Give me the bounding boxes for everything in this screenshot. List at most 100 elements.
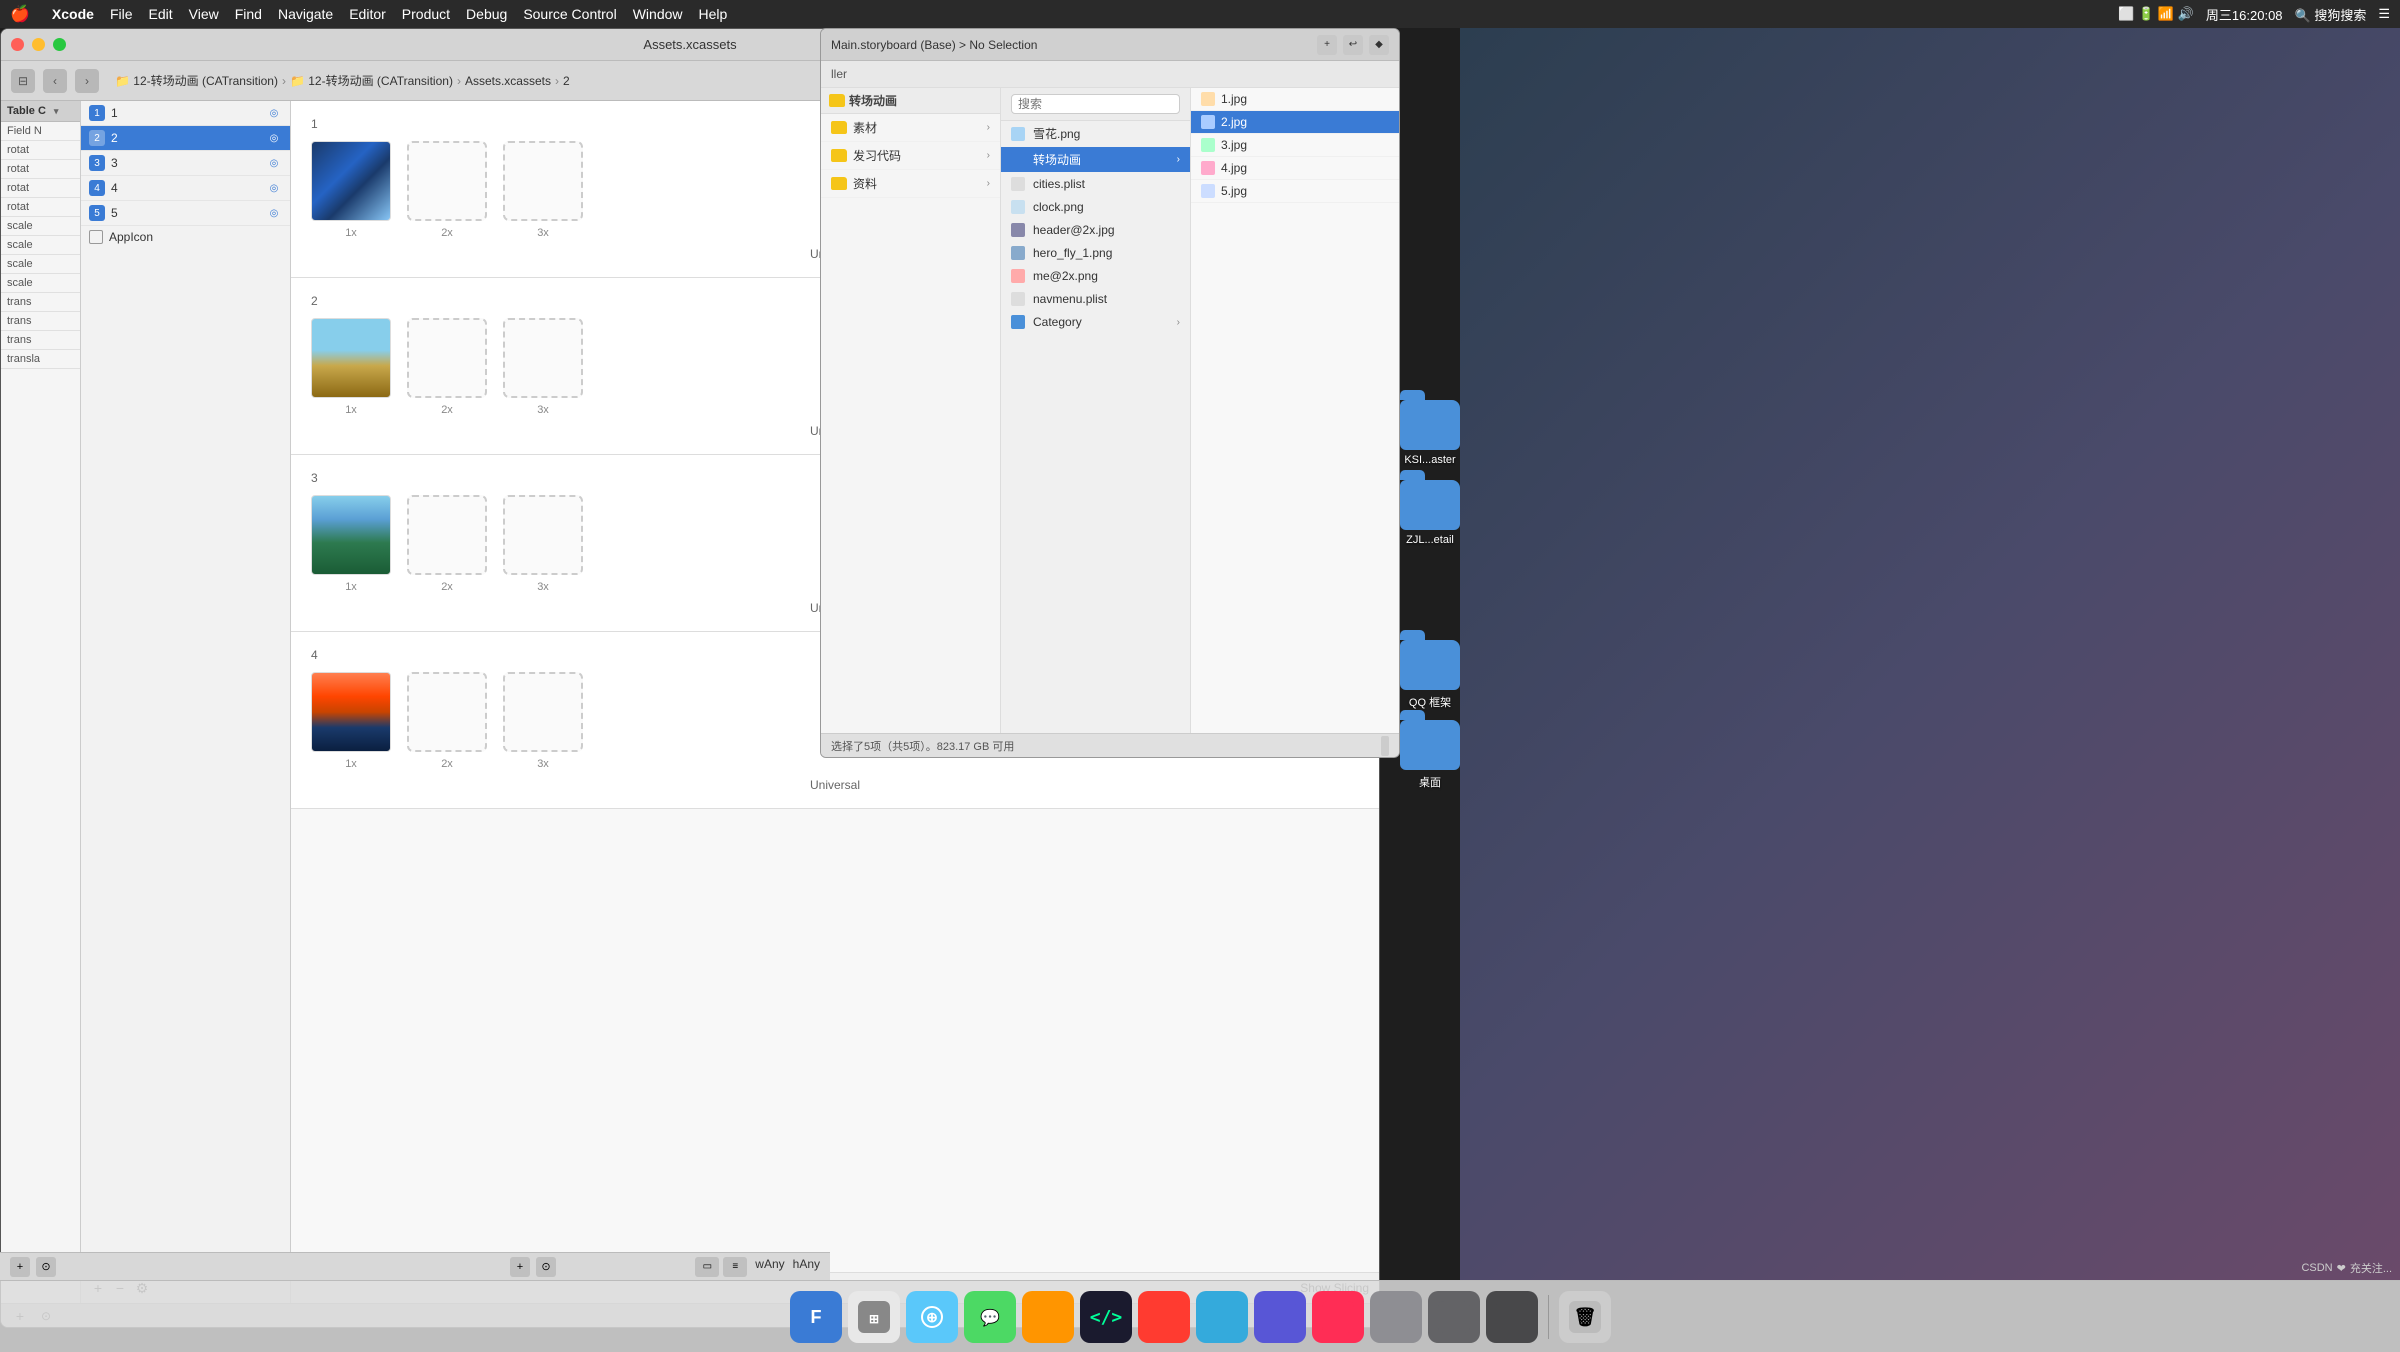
breadcrumb-item-2[interactable]: 📁 12-转场动画 (CATransition) (290, 72, 453, 89)
file-item-ziliao[interactable]: 资料 › (821, 170, 1000, 198)
dock-icon-11[interactable] (1370, 1291, 1422, 1343)
asset-item-3[interactable]: 3 3 ◎ (81, 151, 290, 176)
sidebar-code-scale-1[interactable]: scale (1, 217, 80, 236)
asset-item-2[interactable]: 2 2 ◎ (81, 126, 290, 151)
menu-help[interactable]: Help (699, 6, 728, 22)
lines-view-btn[interactable]: ≡ (723, 1257, 747, 1277)
dock-icon-12[interactable] (1428, 1291, 1480, 1343)
divider-handle[interactable] (1381, 736, 1389, 756)
sidebar-toggle-btn[interactable]: ⊟ (11, 69, 35, 93)
menu-debug[interactable]: Debug (466, 6, 507, 22)
menu-product[interactable]: Product (402, 6, 450, 22)
slot-2-2x[interactable]: 2x (407, 318, 487, 416)
forward-btn[interactable]: › (75, 69, 99, 93)
slot-3-3x[interactable]: 3x (503, 495, 583, 593)
desktop-folder-ksi[interactable]: KSI...aster (1390, 400, 1470, 466)
asset-item-4[interactable]: 4 4 ◎ (81, 176, 290, 201)
file-item-category[interactable]: Category › (1001, 311, 1190, 334)
slot-2-1x[interactable]: 1x (311, 318, 391, 416)
file-item-me2x[interactable]: me@2x.png (1001, 265, 1190, 288)
breadcrumb-item-4[interactable]: 2 (563, 74, 570, 88)
slot-1-3x[interactable]: 3x (503, 141, 583, 239)
dock-icon-8[interactable] (1196, 1291, 1248, 1343)
desktop-folder-qq[interactable]: QQ 框架 (1390, 640, 1470, 710)
dock-icon-7[interactable] (1138, 1291, 1190, 1343)
plus-icon[interactable]: + (10, 1257, 30, 1277)
desktop-folder-zjl[interactable]: ZJL...etail (1390, 480, 1470, 546)
sidebar-code-rotat-4[interactable]: rotat (1, 198, 80, 217)
slot-1-2x[interactable]: 2x (407, 141, 487, 239)
asset-action-3[interactable]: ◎ (266, 155, 282, 171)
dock-launchpad[interactable]: ⊞ (848, 1291, 900, 1343)
dock-icon-5[interactable] (1022, 1291, 1074, 1343)
maximize-button[interactable] (53, 38, 66, 51)
file-item-sucai[interactable]: 素材 › (821, 114, 1000, 142)
sidebar-code-scale-4[interactable]: scale (1, 274, 80, 293)
storyboard-btn-3[interactable]: ◆ (1369, 35, 1389, 55)
apple-menu[interactable]: 🍎 (10, 4, 30, 24)
close-button[interactable] (11, 38, 24, 51)
menu-window[interactable]: Window (633, 6, 683, 22)
breadcrumb-item-3[interactable]: Assets.xcassets (465, 74, 551, 88)
file-item-header2x[interactable]: header@2x.jpg (1001, 219, 1190, 242)
menu-edit[interactable]: Edit (149, 6, 173, 22)
file-item-herofly[interactable]: hero_fly_1.png (1001, 242, 1190, 265)
rect-view-btn[interactable]: ▭ (695, 1257, 719, 1277)
back-btn[interactable]: ‹ (43, 69, 67, 93)
dock-messages[interactable]: 💬 (964, 1291, 1016, 1343)
file-item-faxidaima[interactable]: 发习代码 › (821, 142, 1000, 170)
storyboard-btn-2[interactable]: ↩ (1343, 35, 1363, 55)
desktop-folder-desktop[interactable]: 桌面 (1390, 720, 1470, 790)
menu-navigate[interactable]: Navigate (278, 6, 333, 22)
dock-icon-13[interactable] (1486, 1291, 1538, 1343)
slot-1-1x[interactable]: 1x (311, 141, 391, 239)
asset-action-1[interactable]: ◎ (266, 105, 282, 121)
sidebar-code-rotat-3[interactable]: rotat (1, 179, 80, 198)
third-item-2jpg[interactable]: 2.jpg (1191, 111, 1399, 134)
menu-file[interactable]: File (110, 6, 133, 22)
sidebar-code-trans-3[interactable]: trans (1, 331, 80, 350)
asset-item-1[interactable]: 1 1 ◎ (81, 101, 290, 126)
storyboard-btn-1[interactable]: + (1317, 35, 1337, 55)
file-item-zhuanchangdonghua[interactable]: 转场动画 › (1001, 147, 1190, 173)
menu-xcode[interactable]: Xcode (52, 6, 94, 22)
storyboard-circle-btn[interactable]: ⊙ (536, 1257, 556, 1277)
asset-action-5[interactable]: ◎ (266, 205, 282, 221)
dock-icon-9[interactable] (1254, 1291, 1306, 1343)
slot-4-3x[interactable]: 3x (503, 672, 583, 770)
asset-action-4[interactable]: ◎ (266, 180, 282, 196)
file-item-clock[interactable]: clock.png (1001, 196, 1190, 219)
menu-editor[interactable]: Editor (349, 6, 386, 22)
third-item-3jpg[interactable]: 3.jpg (1191, 134, 1399, 157)
file-item-cities[interactable]: cities.plist (1001, 173, 1190, 196)
menubar-search[interactable]: 🔍 搜狗搜索 (2295, 5, 2367, 24)
asset-appicon[interactable]: AppIcon (81, 226, 290, 248)
slot-4-1x[interactable]: 1x (311, 672, 391, 770)
menu-find[interactable]: Find (235, 6, 262, 22)
slot-3-1x[interactable]: 1x (311, 495, 391, 593)
dock-trash[interactable]: 🗑 (1559, 1291, 1611, 1343)
dock-finder[interactable]: F (790, 1291, 842, 1343)
slot-2-3x[interactable]: 3x (503, 318, 583, 416)
dock-icon-10[interactable] (1312, 1291, 1364, 1343)
asset-item-5[interactable]: 5 5 ◎ (81, 201, 290, 226)
circle-icon[interactable]: ⊙ (36, 1257, 56, 1277)
sidebar-code-scale-3[interactable]: scale (1, 255, 80, 274)
sidebar-code-trans-2[interactable]: trans (1, 312, 80, 331)
sidebar-code-transla[interactable]: transla (1, 350, 80, 369)
file-item-navmenu[interactable]: navmenu.plist (1001, 288, 1190, 311)
menu-source-control[interactable]: Source Control (523, 6, 616, 22)
sidebar-code-rotat-1[interactable]: rotat (1, 141, 80, 160)
third-item-4jpg[interactable]: 4.jpg (1191, 157, 1399, 180)
asset-action-2[interactable]: ◎ (266, 130, 282, 146)
breadcrumb-item-1[interactable]: 📁 12-转场动画 (CATransition) (115, 72, 278, 89)
menu-view[interactable]: View (189, 6, 219, 22)
minimize-button[interactable] (32, 38, 45, 51)
sidebar-code-trans-1[interactable]: trans (1, 293, 80, 312)
dock-icon-6[interactable]: </> (1080, 1291, 1132, 1343)
third-item-5jpg[interactable]: 5.jpg (1191, 180, 1399, 203)
sidebar-code-rotat-2[interactable]: rotat (1, 160, 80, 179)
search-input-2[interactable] (1011, 94, 1180, 114)
storyboard-plus-btn[interactable]: + (510, 1257, 530, 1277)
slot-3-2x[interactable]: 2x (407, 495, 487, 593)
